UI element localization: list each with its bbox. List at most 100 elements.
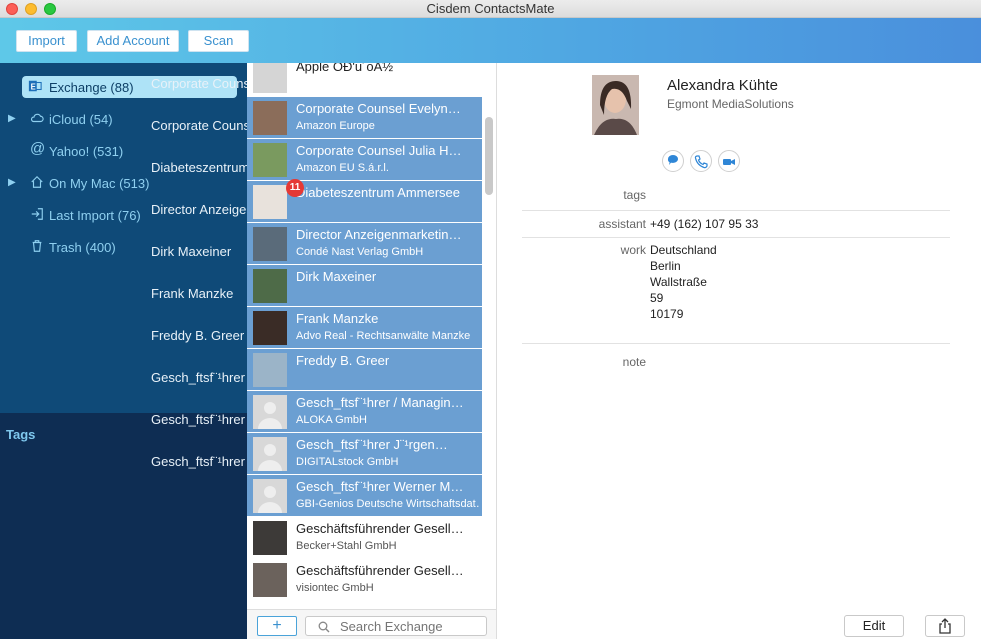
address-line: 59: [650, 291, 664, 305]
list-footer: +: [247, 609, 496, 639]
add-account-button[interactable]: Add Account: [87, 30, 179, 52]
drag-ghost-item: Freddy B. Greer: [151, 328, 245, 343]
contact-row[interactable]: Apple ÓÐ'u´oÀ½: [247, 63, 482, 97]
contact-name: Geschäftsführender Gesell…: [296, 563, 464, 578]
contact-company: visiontec GmbH: [296, 582, 374, 594]
source-label: iCloud (54): [49, 112, 113, 127]
contact-name: Corporate Counsel Evelyn…: [296, 101, 461, 116]
toolbar: Import Add Account Scan: [0, 18, 981, 63]
contact-company: GBI-Genios Deutsche Wirtschaftsdat…: [296, 498, 480, 510]
contact-name: Gesch_ftsf¨¹hrer / Managin…: [296, 395, 464, 410]
contact-photo: [592, 75, 639, 135]
avatar: [253, 311, 287, 345]
source-label: Exchange (88): [49, 80, 134, 95]
address-line: Berlin: [650, 259, 681, 273]
phone-icon: [694, 155, 708, 169]
avatar: [253, 101, 287, 135]
source-label: Last Import (76): [49, 208, 141, 223]
divider: [522, 343, 950, 344]
contact-row[interactable]: Frank Manzke Advo Real - Rechtsanwälte M…: [247, 307, 482, 349]
call-button[interactable]: [690, 150, 712, 172]
avatar: [253, 395, 287, 429]
drag-ghost-item: Frank Manzke: [151, 286, 234, 301]
contact-name: Apple ÓÐ'u´oÀ½: [296, 63, 394, 74]
contact-name: Diabeteszentrum Ammersee: [296, 185, 461, 200]
contact-row[interactable]: Geschäftsführender Gesell… Becker+Stahl …: [247, 517, 482, 559]
contact-full-name: Alexandra Kühte: [667, 77, 778, 94]
search-input[interactable]: [338, 618, 483, 634]
source-yahoo[interactable]: @ Yahoo! (531): [0, 140, 247, 162]
avatar: [253, 269, 287, 303]
contact-row[interactable]: Geschäftsführender Gesell… visiontec Gmb…: [247, 559, 482, 601]
drag-ghost-item: Dirk Maxeiner: [151, 244, 232, 259]
add-contact-button[interactable]: +: [257, 616, 297, 636]
drag-count-badge: 11: [286, 179, 304, 197]
scan-button[interactable]: Scan: [188, 30, 249, 52]
address-line: Deutschland: [650, 243, 717, 257]
avatar: [253, 437, 287, 471]
message-icon: [667, 155, 678, 165]
tags-field-label: tags: [623, 188, 646, 202]
contact-name: Geschäftsführender Gesell…: [296, 521, 464, 536]
contact-row[interactable]: Gesch_ftsf¨¹hrer J¨¹rgen… DIGITALstock G…: [247, 433, 482, 475]
source-label: Yahoo! (531): [49, 144, 124, 159]
divider: [522, 237, 950, 238]
contact-row[interactable]: Corporate Counsel Evelyn… Amazon Europe: [247, 97, 482, 139]
message-button[interactable]: [662, 150, 684, 172]
contact-company: Advo Real - Rechtsanwälte Manzke: [296, 330, 471, 342]
assistant-field-label: assistant: [598, 217, 646, 231]
contact-row[interactable]: Director Anzeigenmarketin… Condé Nast Ve…: [247, 223, 482, 265]
contact-company-name: Egmont MediaSolutions: [667, 97, 794, 111]
trash-icon: [32, 240, 42, 252]
contact-company: ALOKA GmbH: [296, 414, 367, 426]
tags-heading: Tags: [6, 427, 36, 442]
search-icon: [318, 621, 330, 633]
avatar: [253, 63, 287, 93]
contact-row[interactable]: Dirk Maxeiner: [247, 265, 482, 307]
window-title: Cisdem ContactsMate: [426, 1, 555, 16]
work-field-label: work: [620, 243, 646, 257]
search-box[interactable]: [305, 616, 487, 636]
video-camera-icon: [723, 159, 735, 165]
contact-company: DIGITALstock GmbH: [296, 456, 399, 468]
import-button[interactable]: Import: [16, 30, 77, 52]
contact-name: Dirk Maxeiner: [296, 269, 377, 284]
contact-row[interactable]: Diabeteszentrum Ammersee: [247, 181, 482, 223]
share-icon: [939, 618, 951, 634]
at-icon: @: [30, 140, 46, 157]
address-line: Wallstraße: [650, 275, 707, 289]
contact-name: Gesch_ftsf¨¹hrer J¨¹rgen…: [296, 437, 448, 452]
source-on-my-mac[interactable]: ▶ On My Mac (513): [0, 172, 247, 194]
avatar: [253, 521, 287, 555]
contact-name: Director Anzeigenmarketin…: [296, 227, 462, 242]
video-call-button[interactable]: [718, 150, 740, 172]
contact-row[interactable]: Gesch_ftsf¨¹hrer / Managin… ALOKA GmbH: [247, 391, 482, 433]
contact-name: Freddy B. Greer: [296, 353, 390, 368]
disclosure-arrow-icon[interactable]: ▶: [8, 113, 16, 124]
contact-row[interactable]: Gesch_ftsf¨¹hrer Werner M… GBI-Genios De…: [247, 475, 482, 517]
person-placeholder-icon: [253, 437, 287, 471]
contact-detail: Alexandra Kühte Egmont MediaSolutions ta…: [498, 63, 981, 639]
assistant-phone-value[interactable]: +49 (162) 107 95 33: [650, 216, 758, 232]
house-icon: [31, 175, 43, 188]
work-address-value[interactable]: Deutschland Berlin Wallstraße 59 10179: [650, 242, 717, 322]
contact-list[interactable]: Apple ÓÐ'u´oÀ½ Corporate Counsel Evelyn……: [247, 63, 497, 639]
exchange-icon: E: [28, 80, 42, 92]
avatar: [253, 143, 287, 177]
edit-button[interactable]: Edit: [844, 615, 904, 637]
contact-row[interactable]: Freddy B. Greer: [247, 349, 482, 391]
list-scrollbar[interactable]: [485, 117, 493, 195]
share-button[interactable]: [925, 615, 965, 637]
contact-company: Becker+Stahl GmbH: [296, 540, 397, 552]
disclosure-arrow-icon[interactable]: ▶: [8, 177, 16, 188]
avatar: [253, 563, 287, 597]
avatar: [253, 353, 287, 387]
contact-row[interactable]: Corporate Counsel Julia H… Amazon EU S.á…: [247, 139, 482, 181]
avatar: [253, 185, 287, 219]
contact-name: Gesch_ftsf¨¹hrer Werner M…: [296, 479, 464, 494]
cloud-icon: [30, 113, 44, 123]
person-placeholder-icon: [253, 395, 287, 429]
contact-name: Frank Manzke: [296, 311, 379, 326]
note-field-label: note: [622, 355, 646, 369]
svg-text:E: E: [31, 83, 36, 92]
